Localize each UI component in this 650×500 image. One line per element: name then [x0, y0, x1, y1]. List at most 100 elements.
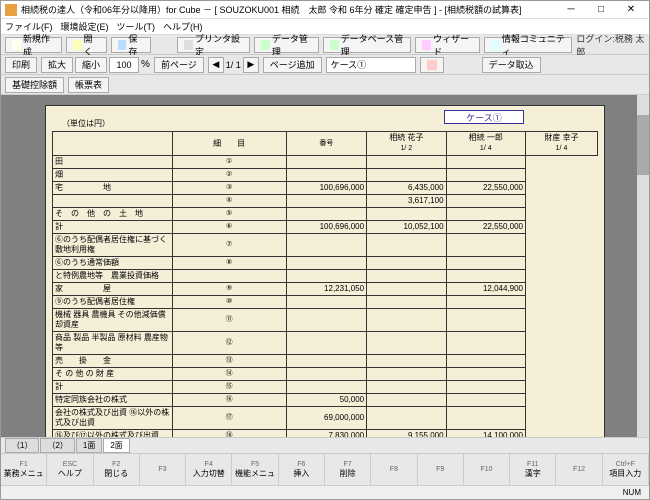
cell-value[interactable]: 7,830,000 [286, 430, 367, 438]
row-label[interactable] [53, 195, 173, 208]
cell-value[interactable] [367, 234, 446, 257]
cell-value[interactable] [286, 257, 367, 270]
cell-value[interactable] [367, 332, 446, 355]
page-last-button[interactable]: ▶ [243, 57, 259, 73]
zoom-out-button[interactable]: 縮小 [75, 57, 107, 73]
cell-value[interactable] [286, 270, 367, 283]
zoom-input[interactable] [109, 57, 139, 73]
row-label[interactable]: 畑 [53, 169, 173, 182]
cell-value[interactable] [286, 296, 367, 309]
fkey-F12[interactable]: F12 [556, 454, 602, 485]
data-import-button[interactable]: データ取込 [482, 57, 541, 73]
wizard-button[interactable]: ウィザード [415, 37, 480, 53]
cell-value[interactable]: 69,000,000 [286, 407, 367, 430]
new-button[interactable]: 新規作成 [5, 37, 62, 53]
cell-value[interactable] [367, 156, 446, 169]
row-label[interactable]: 会社の株式及び出資 ⑯以外の株式及び出資 [53, 407, 173, 430]
printer-settings-button[interactable]: プリンタ設定 [177, 37, 250, 53]
cell-value[interactable] [367, 270, 446, 283]
row-label[interactable]: そ の 他 の 財 産 [53, 368, 173, 381]
cell-value[interactable] [367, 296, 446, 309]
cell-value[interactable] [286, 169, 367, 182]
cell-value[interactable] [446, 169, 525, 182]
row-label[interactable]: ⑥のうち通常価額 [53, 257, 173, 270]
fkey-F10[interactable]: F10 [464, 454, 510, 485]
fkey-Ctrl+F[interactable]: Ctrl+F項目入力 [603, 454, 649, 485]
cell-value[interactable]: 10,052,100 [367, 221, 446, 234]
page-first-button[interactable]: ◀ [208, 57, 224, 73]
cell-value[interactable] [446, 394, 525, 407]
cell-value[interactable] [367, 381, 446, 394]
row-label[interactable]: と特例農地等 農業投資価格 [53, 270, 173, 283]
tab-1men[interactable]: 1面 [76, 438, 102, 453]
chouhyou-button[interactable]: 帳票表 [68, 77, 109, 93]
cell-value[interactable]: 6,435,000 [367, 182, 446, 195]
fkey-F6[interactable]: F6挿入 [279, 454, 325, 485]
cell-value[interactable] [446, 296, 525, 309]
fkey-F11[interactable]: F11漢字 [510, 454, 556, 485]
cell-value[interactable]: 50,000 [286, 394, 367, 407]
cell-value[interactable]: 22,550,000 [446, 182, 525, 195]
close-button[interactable]: ✕ [617, 2, 645, 18]
cell-value[interactable] [286, 368, 367, 381]
case-select[interactable]: ケース① [326, 57, 416, 73]
cell-value[interactable] [367, 394, 446, 407]
database-mgmt-button[interactable]: データベース管理 [323, 37, 411, 53]
fkey-F2[interactable]: F2閉じる [94, 454, 140, 485]
maximize-button[interactable]: □ [587, 2, 615, 18]
cell-value[interactable] [446, 368, 525, 381]
cell-value[interactable] [446, 208, 525, 221]
cell-value[interactable] [446, 257, 525, 270]
add-page-button[interactable]: ページ追加 [263, 57, 322, 73]
cell-value[interactable]: 9,155,000 [367, 430, 446, 438]
row-label[interactable]: 宅 地 [53, 182, 173, 195]
fkey-F3[interactable]: F3 [140, 454, 186, 485]
tab-2[interactable]: （2） [40, 438, 74, 453]
cell-value[interactable] [446, 355, 525, 368]
fkey-F9[interactable]: F9 [418, 454, 464, 485]
cell-value[interactable] [446, 407, 525, 430]
cell-value[interactable] [446, 381, 525, 394]
cell-value[interactable] [367, 208, 446, 221]
cell-value[interactable] [367, 283, 446, 296]
cell-value[interactable] [286, 208, 367, 221]
prev-page-button[interactable]: 前ページ [154, 57, 204, 73]
row-label[interactable]: ⑨のうち配偶者居住権 [53, 296, 173, 309]
row-label[interactable]: ⑯及び⑰以外の株式及び出資 [53, 430, 173, 438]
case-close-button[interactable] [420, 57, 444, 73]
row-label[interactable]: 計 [53, 381, 173, 394]
cell-value[interactable]: 12,231,050 [286, 283, 367, 296]
row-label[interactable]: 家 屋 [53, 283, 173, 296]
tab-2men[interactable]: 2面 [103, 438, 129, 453]
cell-value[interactable] [286, 355, 367, 368]
cell-value[interactable] [446, 270, 525, 283]
community-button[interactable]: 情報コミュニティ [484, 37, 572, 53]
open-button[interactable]: 開く [66, 37, 107, 53]
cell-value[interactable] [446, 234, 525, 257]
save-button[interactable]: 保存 [111, 37, 152, 53]
cell-value[interactable] [286, 234, 367, 257]
row-label[interactable]: 特定同族会社の株式 [53, 394, 173, 407]
basic-deduction-button[interactable]: 基礎控除額 [5, 77, 64, 93]
cell-value[interactable] [367, 309, 446, 332]
cell-value[interactable] [367, 407, 446, 430]
row-label[interactable]: そ の 他 の 土 地 [53, 208, 173, 221]
cell-value[interactable] [367, 257, 446, 270]
fkey-F4[interactable]: F4入力切替 [186, 454, 232, 485]
cell-value[interactable] [286, 332, 367, 355]
cell-value[interactable]: 14,100,000 [446, 430, 525, 438]
cell-value[interactable] [286, 156, 367, 169]
data-mgmt-button[interactable]: データ管理 [254, 37, 319, 53]
cell-value[interactable]: 12,044,900 [446, 283, 525, 296]
cell-value[interactable] [286, 381, 367, 394]
cell-value[interactable] [286, 195, 367, 208]
cell-value[interactable]: 3,617,100 [367, 195, 446, 208]
row-label[interactable]: 売 掛 金 [53, 355, 173, 368]
fkey-ESC[interactable]: ESCヘルプ [47, 454, 93, 485]
cell-value[interactable] [367, 169, 446, 182]
minimize-button[interactable]: ─ [557, 2, 585, 18]
row-label[interactable]: 商品 製品 半製品 原材料 農産物等 [53, 332, 173, 355]
cell-value[interactable] [367, 368, 446, 381]
fkey-F8[interactable]: F8 [371, 454, 417, 485]
row-label[interactable]: 計 [53, 221, 173, 234]
